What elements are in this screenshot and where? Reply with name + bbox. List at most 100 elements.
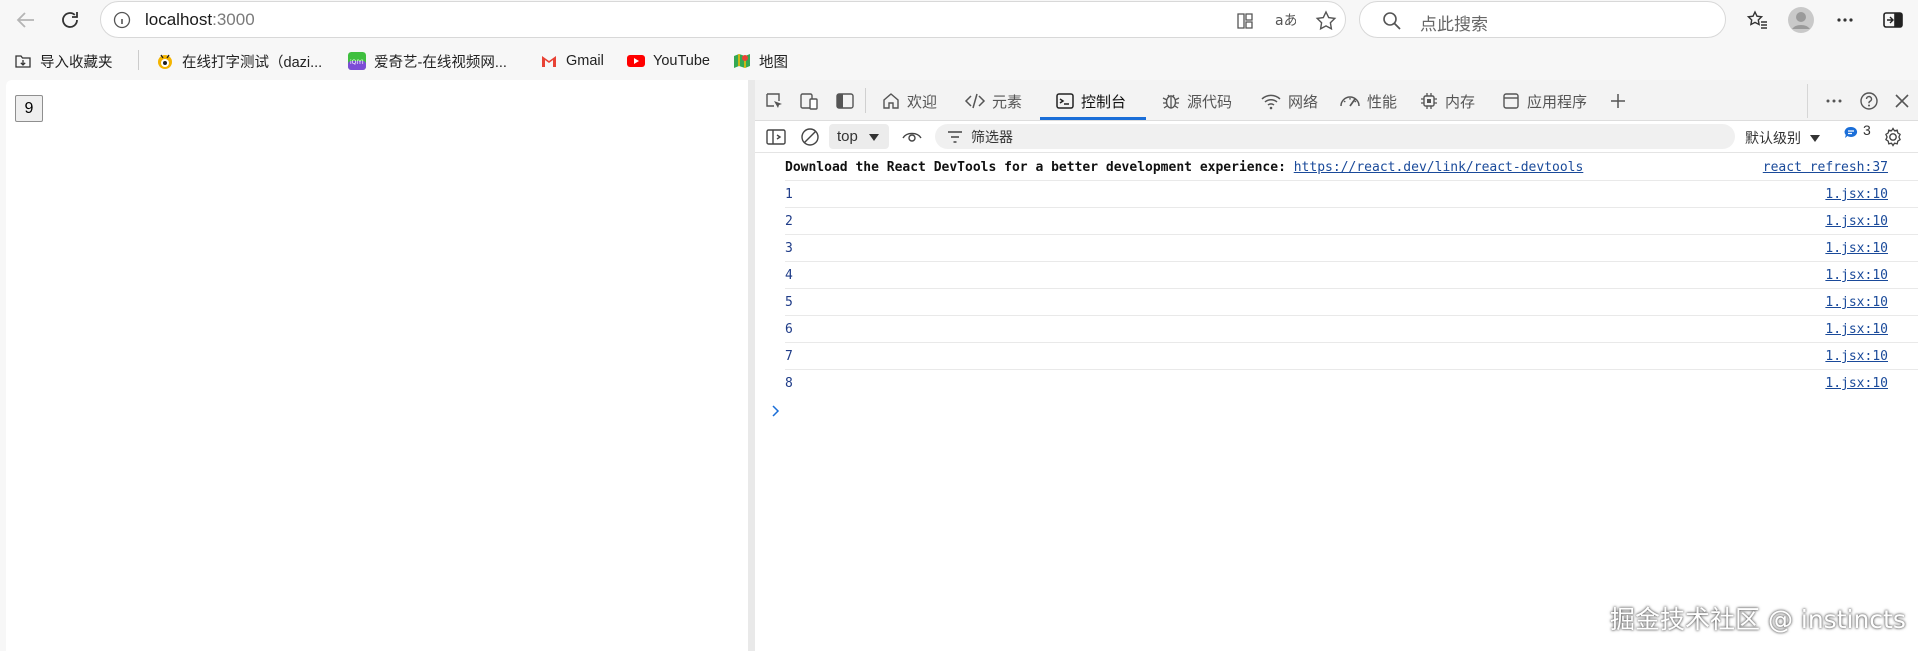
refresh-button[interactable]: [54, 4, 86, 36]
log-value: 2: [785, 214, 793, 229]
context-value: top: [837, 128, 858, 145]
devtools-tab-bar: 欢迎 元素 控制台 源代码 网络 性能 内存 应用程序: [755, 80, 1918, 121]
tab-label: 欢迎: [907, 93, 938, 111]
filter-placeholder: 筛选器: [971, 128, 1013, 145]
gauge-icon: [1340, 96, 1360, 107]
log-source-link[interactable]: 1.jsx:10: [1825, 322, 1888, 337]
search-bar[interactable]: 点此搜索: [1359, 1, 1726, 38]
tab-application[interactable]: 应用程序: [1501, 86, 1587, 116]
log-source-link[interactable]: 1.jsx:10: [1825, 268, 1888, 283]
bookmark-label: 导入收藏夹: [40, 54, 113, 71]
console-log-row: 6 1.jsx:10: [785, 316, 1918, 343]
inspect-element-button[interactable]: [763, 90, 785, 112]
console-log-row: 5 1.jsx:10: [785, 289, 1918, 316]
log-source-link[interactable]: 1.jsx:10: [1825, 376, 1888, 391]
dock-side-button[interactable]: [834, 90, 856, 112]
counter-button[interactable]: 9: [15, 95, 43, 122]
gear-icon[interactable]: [1882, 126, 1904, 148]
console-prompt-chevron-icon[interactable]: [770, 404, 782, 418]
filter-input[interactable]: 筛选器: [935, 124, 1735, 149]
react-devtools-link[interactable]: https://react.dev/link/react-devtools: [1294, 160, 1584, 175]
tab-sources[interactable]: 源代码: [1161, 86, 1232, 116]
dock-panel-icon: [836, 93, 854, 109]
device-icon: [800, 93, 818, 110]
devtools-resize-handle[interactable]: [748, 80, 755, 651]
bookmark-import-favorites[interactable]: 导入收藏夹: [14, 50, 113, 72]
svg-text:iQIYI: iQIYI: [350, 59, 364, 66]
close-icon: [1895, 94, 1909, 108]
console-message: Download the React DevTools for a better…: [785, 154, 1918, 181]
intro-text: Download the React DevTools for a better…: [785, 160, 1294, 175]
log-source-link[interactable]: 1.jsx:10: [1825, 349, 1888, 364]
clear-console-icon[interactable]: [799, 126, 821, 148]
more-options-button[interactable]: [1829, 4, 1861, 36]
console-output: Download the React DevTools for a better…: [755, 154, 1918, 397]
log-level-select[interactable]: 默认级别: [1745, 128, 1821, 148]
issues-counter[interactable]: 3: [1843, 122, 1871, 141]
page-viewport: 9: [6, 80, 748, 651]
console-log-row: 1 1.jsx:10: [785, 181, 1918, 208]
message-source-link[interactable]: react refresh:37: [1763, 160, 1888, 175]
tab-memory[interactable]: 内存: [1419, 86, 1475, 116]
info-icon: [113, 11, 131, 29]
log-source-link[interactable]: 1.jsx:10: [1825, 187, 1888, 202]
youtube-icon: [627, 55, 645, 67]
log-value: 8: [785, 376, 793, 391]
tab-performance[interactable]: 性能: [1339, 86, 1397, 116]
add-tab-button[interactable]: [1607, 90, 1629, 112]
refresh-icon: [62, 12, 78, 28]
back-button[interactable]: [10, 4, 42, 36]
sidebar-toggle-button[interactable]: [1877, 4, 1909, 36]
log-value: 3: [785, 241, 793, 256]
profile-button[interactable]: [1785, 4, 1817, 36]
devtools-close-button[interactable]: [1891, 90, 1913, 112]
filter-icon: [948, 131, 962, 143]
devtools-help-button[interactable]: [1858, 90, 1880, 112]
device-emulation-button[interactable]: [798, 90, 820, 112]
devtools-more-button[interactable]: [1823, 90, 1845, 112]
bookmark-maps[interactable]: 地图: [733, 50, 788, 72]
search-icon: [1383, 12, 1401, 30]
url-text[interactable]: localhost:3000: [145, 10, 255, 30]
tab-separator: [1807, 84, 1808, 118]
split-screen-icon[interactable]: [1235, 11, 1255, 31]
more-horizontal-icon: [1837, 18, 1853, 22]
url-host: localhost: [145, 10, 213, 29]
sidebar-toggle-icon[interactable]: [765, 127, 787, 147]
bookmark-youtube[interactable]: YouTube: [627, 50, 710, 72]
bookmark-label: YouTube: [653, 53, 710, 69]
tab-welcome[interactable]: 欢迎: [881, 86, 937, 116]
favorite-star-icon[interactable]: [1315, 10, 1337, 32]
typing-site-icon: [158, 54, 172, 69]
bookmark-separator: [138, 50, 139, 70]
back-arrow-icon: [16, 12, 34, 28]
read-aloud-icon[interactable]: aあ: [1274, 10, 1296, 30]
log-source-link[interactable]: 1.jsx:10: [1825, 241, 1888, 256]
browser-toolbar: localhost:3000 aあ 点此搜索: [0, 0, 1918, 40]
tab-network[interactable]: 网络: [1260, 86, 1318, 116]
bookmark-label: 地图: [759, 54, 788, 71]
active-tab-indicator: [1040, 117, 1146, 120]
gmail-icon: [542, 56, 556, 67]
bookmark-label: 爱奇艺-在线视频网...: [374, 54, 507, 71]
log-source-link[interactable]: 1.jsx:10: [1825, 214, 1888, 229]
favorites-button[interactable]: [1741, 4, 1773, 36]
bookmark-iqiyi[interactable]: iQIYI 爱奇艺-在线视频网...: [348, 50, 507, 72]
address-bar[interactable]: localhost:3000 aあ: [100, 1, 1346, 38]
tab-elements[interactable]: 元素: [964, 86, 1022, 116]
eye-icon[interactable]: [901, 128, 923, 146]
tab-label: 元素: [992, 93, 1023, 111]
more-horizontal-icon: [1826, 99, 1842, 103]
context-select[interactable]: top: [829, 124, 889, 149]
bookmark-gmail[interactable]: Gmail: [540, 50, 604, 72]
log-value: 6: [785, 322, 793, 337]
tab-console[interactable]: 控制台: [1055, 86, 1126, 116]
wifi-icon: [1261, 94, 1281, 110]
log-value: 4: [785, 268, 793, 283]
tab-label: 应用程序: [1527, 93, 1588, 111]
import-favorites-icon: [15, 55, 31, 68]
chevron-down-icon: [868, 133, 879, 141]
search-placeholder: 点此搜索: [1420, 15, 1488, 34]
log-source-link[interactable]: 1.jsx:10: [1825, 295, 1888, 310]
bookmark-typing-test[interactable]: 在线打字测试（dazi...: [156, 50, 322, 72]
